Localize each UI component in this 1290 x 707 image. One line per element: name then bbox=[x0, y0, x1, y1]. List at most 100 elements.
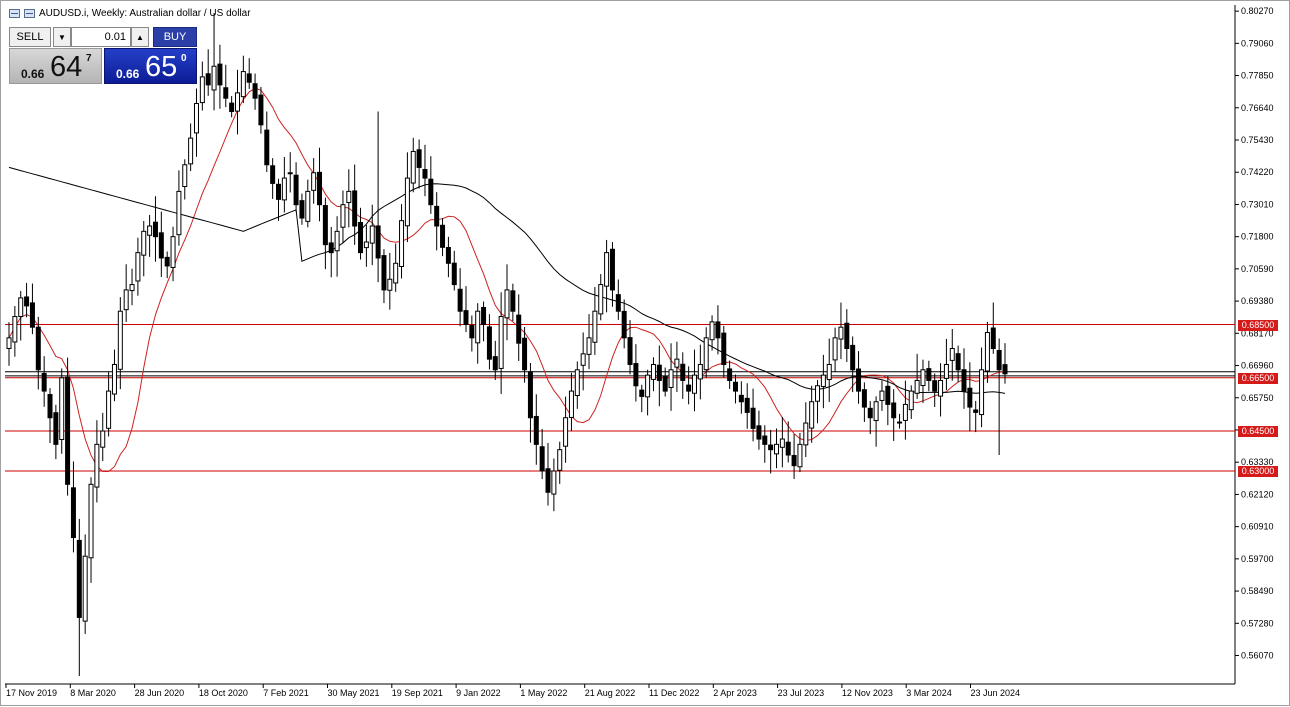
candle-body bbox=[545, 468, 551, 493]
sell-quote[interactable]: 0.66 64 7 bbox=[9, 48, 102, 84]
candle bbox=[234, 69, 240, 135]
buy-button[interactable]: BUY bbox=[153, 27, 197, 47]
time-tick-label: 11 Dec 2022 bbox=[649, 688, 699, 698]
candle bbox=[838, 302, 844, 360]
candle-body bbox=[785, 441, 791, 456]
candle-body bbox=[293, 174, 299, 206]
candle-body bbox=[428, 178, 434, 206]
candle bbox=[135, 237, 141, 296]
candle-body bbox=[604, 252, 610, 287]
candle-body bbox=[639, 389, 645, 397]
candle bbox=[352, 164, 358, 245]
candle bbox=[691, 349, 697, 412]
candle-body bbox=[727, 368, 733, 381]
price-tick-label: 0.74220 bbox=[1241, 167, 1274, 177]
candle bbox=[463, 286, 469, 333]
candle-body bbox=[662, 375, 668, 392]
candle bbox=[240, 55, 246, 104]
price-tick-label: 0.79060 bbox=[1241, 38, 1274, 48]
price-chart[interactable]: 0.80270 0.79060 0.77850 0.76640 0.75430 0.742… bbox=[1, 1, 1290, 707]
candle bbox=[334, 216, 340, 277]
candle bbox=[410, 137, 416, 193]
candle-body bbox=[451, 262, 457, 286]
candle bbox=[510, 283, 516, 322]
price-tick-label: 0.57280 bbox=[1241, 618, 1274, 628]
lot-size-input[interactable]: 0.01 bbox=[71, 27, 131, 47]
candle bbox=[943, 338, 949, 391]
candle bbox=[926, 360, 932, 392]
candle bbox=[815, 380, 821, 424]
lot-increase-icon[interactable]: ▲ bbox=[131, 27, 149, 47]
candle bbox=[586, 314, 592, 370]
candle-body bbox=[188, 137, 194, 165]
candle bbox=[732, 374, 738, 404]
candle bbox=[516, 294, 522, 362]
candle-body bbox=[744, 397, 750, 413]
buy-quote[interactable]: 0.66 65 0 bbox=[104, 48, 197, 84]
candle-body bbox=[399, 220, 405, 267]
candle-body bbox=[352, 190, 358, 227]
candle-body bbox=[416, 149, 422, 168]
candle bbox=[440, 218, 446, 257]
candle bbox=[94, 420, 100, 503]
candle bbox=[205, 49, 211, 96]
candle-body bbox=[170, 236, 176, 268]
candle bbox=[393, 243, 399, 292]
candle-body bbox=[457, 288, 463, 312]
candle-body bbox=[750, 407, 756, 429]
candle-body bbox=[41, 372, 47, 392]
candle bbox=[416, 139, 422, 189]
candle-body bbox=[164, 256, 170, 267]
candle-body bbox=[270, 165, 276, 184]
candle-body bbox=[885, 385, 891, 405]
candle bbox=[621, 299, 627, 349]
candle-body bbox=[504, 289, 510, 319]
chart-title: AUDUSD.i, Weekly: Australian dollar / US… bbox=[39, 8, 251, 19]
level-price-tag: 0.66500 bbox=[1238, 372, 1278, 384]
candle-body bbox=[938, 379, 944, 397]
candle bbox=[217, 44, 223, 109]
candle bbox=[820, 354, 826, 409]
candle-body bbox=[809, 401, 815, 429]
candle-body bbox=[721, 332, 727, 365]
price-tick-label: 0.73010 bbox=[1241, 199, 1274, 209]
candle bbox=[123, 264, 129, 322]
candle bbox=[451, 250, 457, 291]
candle-body bbox=[59, 377, 65, 440]
candle-body bbox=[738, 394, 744, 403]
candle-body bbox=[627, 337, 633, 365]
candle-body bbox=[147, 225, 153, 236]
price-tick-label: 0.76640 bbox=[1241, 103, 1274, 113]
time-tick-label: 1 May 2022 bbox=[520, 688, 567, 698]
lot-decrease-icon[interactable]: ▼ bbox=[53, 27, 71, 47]
chart-type-icon[interactable] bbox=[9, 9, 20, 18]
candle-body bbox=[481, 306, 487, 326]
candle bbox=[82, 534, 88, 634]
candle-body bbox=[656, 364, 662, 381]
candle-body bbox=[990, 327, 996, 349]
candle bbox=[346, 169, 352, 228]
candle-body bbox=[176, 190, 182, 236]
candle bbox=[861, 382, 867, 422]
candle bbox=[469, 315, 475, 352]
candle-body bbox=[152, 221, 158, 238]
candle-body bbox=[317, 171, 323, 206]
sell-button[interactable]: SELL bbox=[9, 27, 51, 47]
time-tick-label: 23 Jul 2023 bbox=[778, 688, 825, 698]
level-price-tag: 0.68500 bbox=[1238, 319, 1278, 331]
candle bbox=[867, 401, 873, 435]
candle bbox=[422, 144, 428, 197]
candle bbox=[141, 220, 147, 277]
candle-body bbox=[598, 284, 604, 315]
candle-body bbox=[311, 172, 317, 191]
sell-quote-pip: 7 bbox=[86, 53, 92, 64]
candle-body bbox=[510, 290, 516, 312]
candle-body bbox=[791, 454, 797, 467]
candle bbox=[979, 347, 985, 428]
chart-window-icon[interactable] bbox=[24, 9, 35, 18]
sell-quote-big: 64 bbox=[50, 51, 83, 83]
candle bbox=[756, 410, 762, 450]
candle bbox=[650, 357, 656, 392]
candle-body bbox=[70, 487, 76, 539]
chart-window[interactable]: 0.80270 0.79060 0.77850 0.76640 0.75430 0.742… bbox=[0, 0, 1290, 706]
